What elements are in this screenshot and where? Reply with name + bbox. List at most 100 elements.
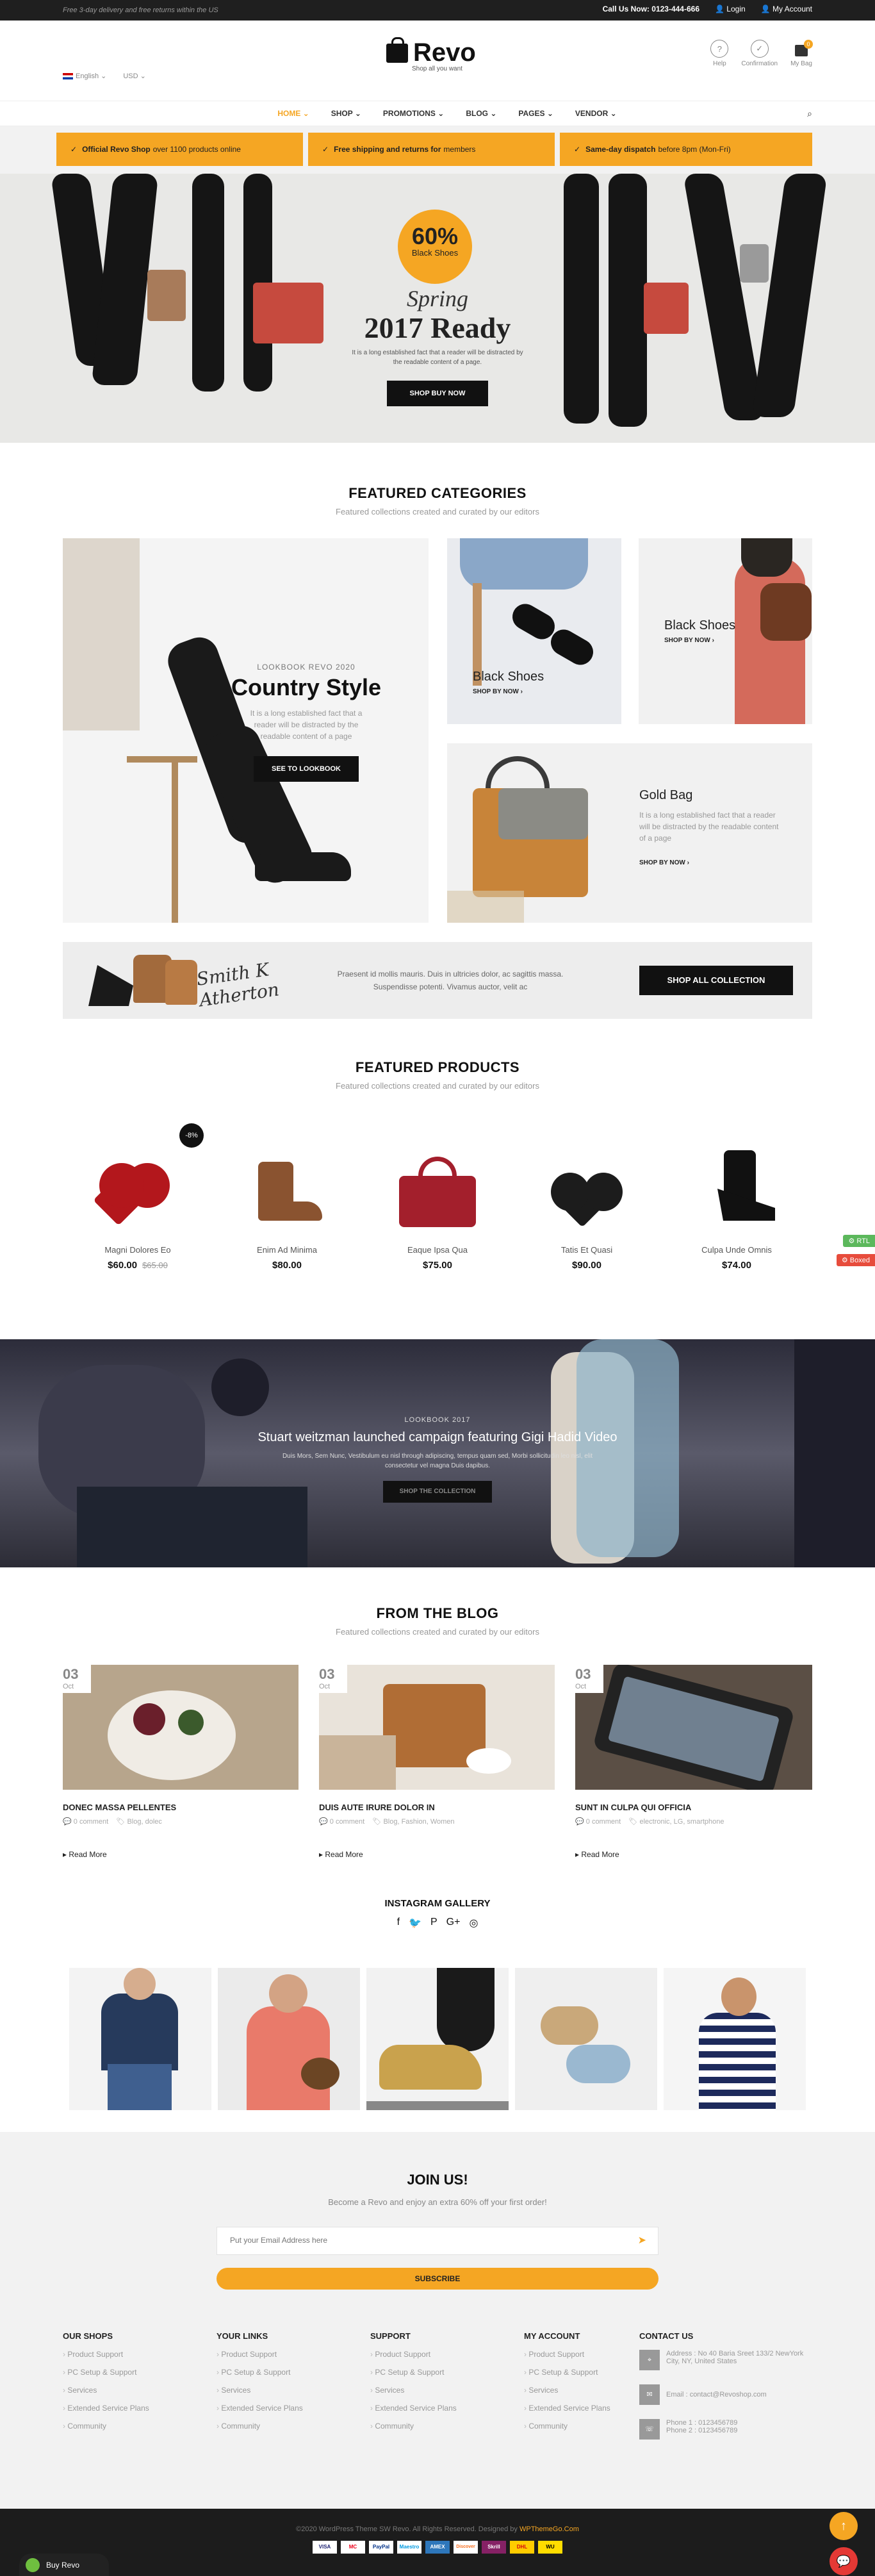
instagram-photo[interactable] [366,1968,509,2110]
product-card[interactable]: -8% Magni Dolores Eo $60.00 $65.00 [80,1123,204,1271]
instagram-photo[interactable] [218,1968,360,2110]
designer-link[interactable]: WPThemeGo.Com [519,2525,579,2533]
email-input[interactable] [217,2227,601,2253]
google-plus-icon[interactable]: G+ [446,1917,461,1929]
footer-link[interactable]: PC Setup & Support [370,2368,457,2377]
currency-select[interactable]: USD ⌄ [123,72,146,80]
question-icon: ? [710,40,729,58]
product-name[interactable]: Culpa Unde Omnis [679,1245,794,1255]
tag-icon: 🏷 [372,1818,382,1826]
footer-link[interactable]: Extended Service Plans [63,2404,149,2413]
shop-buy-now-button[interactable]: SHOP BUY NOW [387,381,488,406]
shop-collection-button[interactable]: SHOP THE COLLECTION [383,1481,492,1503]
send-icon[interactable]: ➤ [638,2234,646,2247]
facebook-icon[interactable]: f [397,1917,400,1929]
nav-shop[interactable]: SHOP ⌄ [331,109,361,118]
lookbook-card[interactable]: LOOKBOOK REVO 2020 Country Style It is a… [63,538,429,923]
contact-email[interactable]: contact@Revoshop.com [690,2391,767,2398]
product-card[interactable]: Culpa Unde Omnis $74.00 [679,1137,794,1271]
nav-blog[interactable]: BLOG ⌄ [466,109,496,118]
footer-link[interactable]: Product Support [524,2350,620,2359]
footer-link[interactable]: Product Support [370,2350,457,2359]
footer-link[interactable]: PC Setup & Support [217,2368,303,2377]
product-name[interactable]: Tatis Et Quasi [529,1245,644,1255]
product-card[interactable]: Eaque Ipsa Qua $75.00 [380,1137,495,1271]
post-title[interactable]: DONEC MASSA PELLENTES [63,1803,298,1812]
shop-all-collection-button[interactable]: SHOP ALL COLLECTION [639,966,793,995]
my-bag-link[interactable]: 0 My Bag [790,40,814,67]
instagram-photo[interactable] [515,1968,657,2110]
instagram-photo[interactable] [69,1968,211,2110]
footer-link[interactable]: PC Setup & Support [524,2368,620,2377]
product-card[interactable]: Enim Ad Minima $80.00 [229,1137,345,1271]
maestro-icon: Maestro [397,2541,421,2554]
video-banner[interactable]: LOOKBOOK 2017 Stuart weitzman launched c… [0,1339,875,1567]
product-name[interactable]: Eaque Ipsa Qua [380,1245,495,1255]
nav-vendor[interactable]: VENDOR ⌄ [575,109,617,118]
check-icon: ✓ [70,145,78,154]
shop-by-now-link[interactable]: SHOP BY NOW › [639,859,787,866]
footer-link[interactable]: Product Support [217,2350,303,2359]
email-icon: ✉ [639,2384,660,2405]
email-field[interactable]: ➤ [217,2227,658,2255]
footer-link[interactable]: Services [63,2386,149,2395]
pinterest-icon[interactable]: P [430,1917,438,1929]
footer-link[interactable]: Services [524,2386,620,2395]
bag-icon: 0 [792,40,814,58]
promo-box: ✓ Official Revo Shop over 1100 products on… [56,133,303,166]
blog-post[interactable]: 03 Oct DUIS AUTE IRURE DOLOR IN 💬 0 comme… [319,1665,555,1859]
my-account-link[interactable]: 👤 My Account [761,4,812,13]
post-date: 03 Oct [63,1665,91,1693]
subscribe-button[interactable]: SUBSCRIBE [217,2268,658,2290]
category-card[interactable]: Black Shoes SHOP BY NOW › [639,538,812,724]
product-card[interactable]: Tatis Et Quasi $90.00 [529,1137,644,1271]
category-card[interactable]: Gold Bag It is a long established fact t… [447,743,812,923]
footer-link[interactable]: PC Setup & Support [63,2368,149,2377]
search-icon[interactable]: ⌕ [807,108,812,119]
language-select[interactable]: English ⌄ [63,72,106,80]
shop-by-now-link[interactable]: SHOP BY NOW › [664,637,735,644]
nav-pages[interactable]: PAGES ⌄ [518,109,553,118]
help-link[interactable]: ? Help [710,40,729,67]
category-title: Gold Bag [639,788,693,802]
blog-image[interactable]: 03 Oct [319,1665,555,1790]
see-to-lookbook-button[interactable]: SEE TO LOOKBOOK [254,756,359,782]
blog-image[interactable]: 03 Oct [575,1665,812,1790]
login-link[interactable]: 👤 Login [715,4,746,13]
blog-post[interactable]: 03 Oct SUNT IN CULPA QUI OFFICIA 💬 0 comm… [575,1665,812,1859]
buy-revo-button[interactable]: Buy Revo [19,2554,109,2576]
footer-link[interactable]: Services [370,2386,457,2395]
footer-link[interactable]: Extended Service Plans [524,2404,620,2413]
instagram-icon[interactable]: ◎ [469,1917,478,1929]
chat-button[interactable]: 💬 [830,2547,858,2575]
footer-link[interactable]: Community [370,2422,457,2431]
read-more-link[interactable]: ▸ Read More [63,1850,298,1859]
blog-image[interactable]: 03 Oct [63,1665,298,1790]
blog-post[interactable]: 03 Oct DONEC MASSA PELLENTES 💬 0 comment … [63,1665,298,1859]
instagram-photo[interactable] [664,1968,806,2110]
rtl-toggle[interactable]: ⚙ RTL [843,1235,875,1247]
shop-by-now-link[interactable]: SHOP BY NOW › [473,688,544,695]
post-title[interactable]: SUNT IN CULPA QUI OFFICIA [575,1803,812,1812]
footer-link[interactable]: Services [217,2386,303,2395]
footer-link[interactable]: Community [63,2422,149,2431]
footer-link[interactable]: Extended Service Plans [370,2404,456,2413]
twitter-icon[interactable]: 🐦 [409,1917,421,1929]
footer-link[interactable]: Extended Service Plans [217,2404,302,2413]
read-more-link[interactable]: ▸ Read More [575,1850,812,1859]
site-logo[interactable]: Revo Shop all you want [386,37,489,77]
post-title[interactable]: DUIS AUTE IRURE DOLOR IN [319,1803,555,1812]
read-more-link[interactable]: ▸ Read More [319,1850,555,1859]
boxed-toggle[interactable]: ⚙ Boxed [836,1254,875,1266]
nav-promotions[interactable]: PROMOTIONS ⌄ [383,109,444,118]
footer-link[interactable]: Community [217,2422,303,2431]
check-icon: ✓ [322,145,329,154]
footer-link[interactable]: Product Support [63,2350,149,2359]
product-name[interactable]: Enim Ad Minima [229,1245,345,1255]
confirmation-link[interactable]: ✓ Confirmation [741,40,778,67]
footer-link[interactable]: Community [524,2422,620,2431]
product-name[interactable]: Magni Dolores Eo [80,1245,195,1255]
nav-home[interactable]: HOME ⌄ [277,109,309,118]
category-card[interactable]: Black Shoes SHOP BY NOW › [447,538,621,724]
back-to-top-button[interactable]: ↑ [830,2512,858,2540]
